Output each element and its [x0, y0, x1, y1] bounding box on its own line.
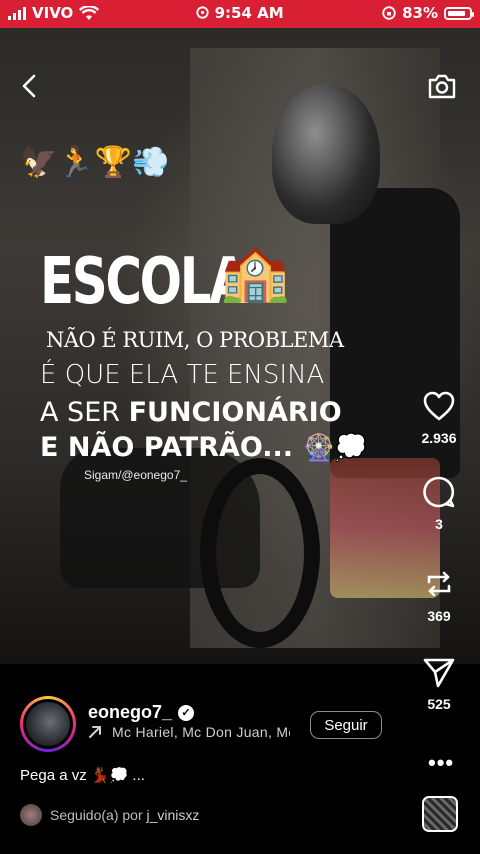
emoji-cluster: 🦅🏃🏆💨 [20, 146, 170, 179]
overlay-line-4: E NÃO PATRÃO... 🎡💭 [40, 432, 367, 463]
comment-icon[interactable] [421, 474, 457, 510]
overlay-line-1: NÃO É RUIM, O PROBLEMA [46, 328, 344, 352]
overlay-line-2: É QUE ELA TE ENSINA [40, 360, 325, 390]
camera-icon[interactable] [426, 70, 458, 102]
music-artists[interactable]: Mc Hariel, Mc Don Juan, Mc [112, 724, 290, 740]
battery-percent: 83% [402, 4, 438, 22]
followed-by-prefix: Seguido(a) por [50, 807, 147, 823]
avatar[interactable] [20, 696, 76, 752]
overlay-line-3-bold: FUNCIONÁRIO [128, 397, 342, 428]
follow-button[interactable]: Seguir [310, 711, 382, 739]
comment-action[interactable]: 3 [398, 474, 480, 532]
followed-by[interactable]: Seguido(a) por j_vinisxz [20, 804, 199, 826]
repost-count: 369 [427, 608, 451, 624]
avatar-image [26, 702, 70, 746]
overlay-line-4-text: E NÃO PATRÃO... [40, 432, 294, 463]
like-count: 2.936 [421, 430, 457, 446]
overlay-credit: Sigam/@eonego7_ [84, 468, 187, 482]
repost-icon[interactable] [421, 566, 457, 602]
comment-count: 3 [435, 516, 443, 532]
username-text[interactable]: eonego7_ [88, 702, 172, 723]
followed-by-text: Seguido(a) por j_vinisxz [50, 807, 199, 823]
send-icon[interactable] [421, 654, 457, 690]
audio-thumbnail[interactable] [422, 796, 458, 832]
motorcycle-wheel [200, 458, 320, 648]
status-right: 83% [382, 4, 474, 22]
username[interactable]: eonego7_ ✓ [88, 702, 195, 723]
status-time: 9:54 AM [214, 4, 284, 22]
overlay-title: ESCOLA [40, 245, 248, 319]
repost-action[interactable]: 369 [398, 566, 480, 624]
back-arrow-icon[interactable] [16, 72, 44, 100]
music-info[interactable]: Mc Hariel, Mc Don Juan, Mc [88, 724, 290, 740]
follower-avatar [20, 804, 42, 826]
verified-badge-icon: ✓ [178, 704, 195, 721]
share-action[interactable]: 525 [398, 654, 480, 712]
helmet [272, 84, 380, 224]
followed-by-user[interactable]: j_vinisxz [147, 807, 200, 823]
overlay-line-3: A SER FUNCIONÁRIO [40, 397, 342, 428]
overlay-line-4-emoji: 🎡💭 [302, 433, 368, 463]
school-emoji: 🏫 [220, 240, 290, 303]
rotation-lock-icon [382, 6, 396, 20]
post-caption[interactable]: Pega a vz 💃🏾💭 ... [20, 766, 145, 784]
status-bar: VIVO 9:54 AM 83% [0, 0, 480, 28]
music-arrow-icon [89, 726, 101, 738]
like-action[interactable]: 2.936 [398, 388, 480, 446]
more-options-icon[interactable]: ••• [428, 750, 454, 776]
battery-icon [444, 6, 474, 20]
alarm-icon [196, 6, 209, 19]
share-count: 525 [427, 696, 451, 712]
overlay-line-3-regular: A SER [40, 397, 129, 428]
heart-icon[interactable] [421, 388, 457, 424]
